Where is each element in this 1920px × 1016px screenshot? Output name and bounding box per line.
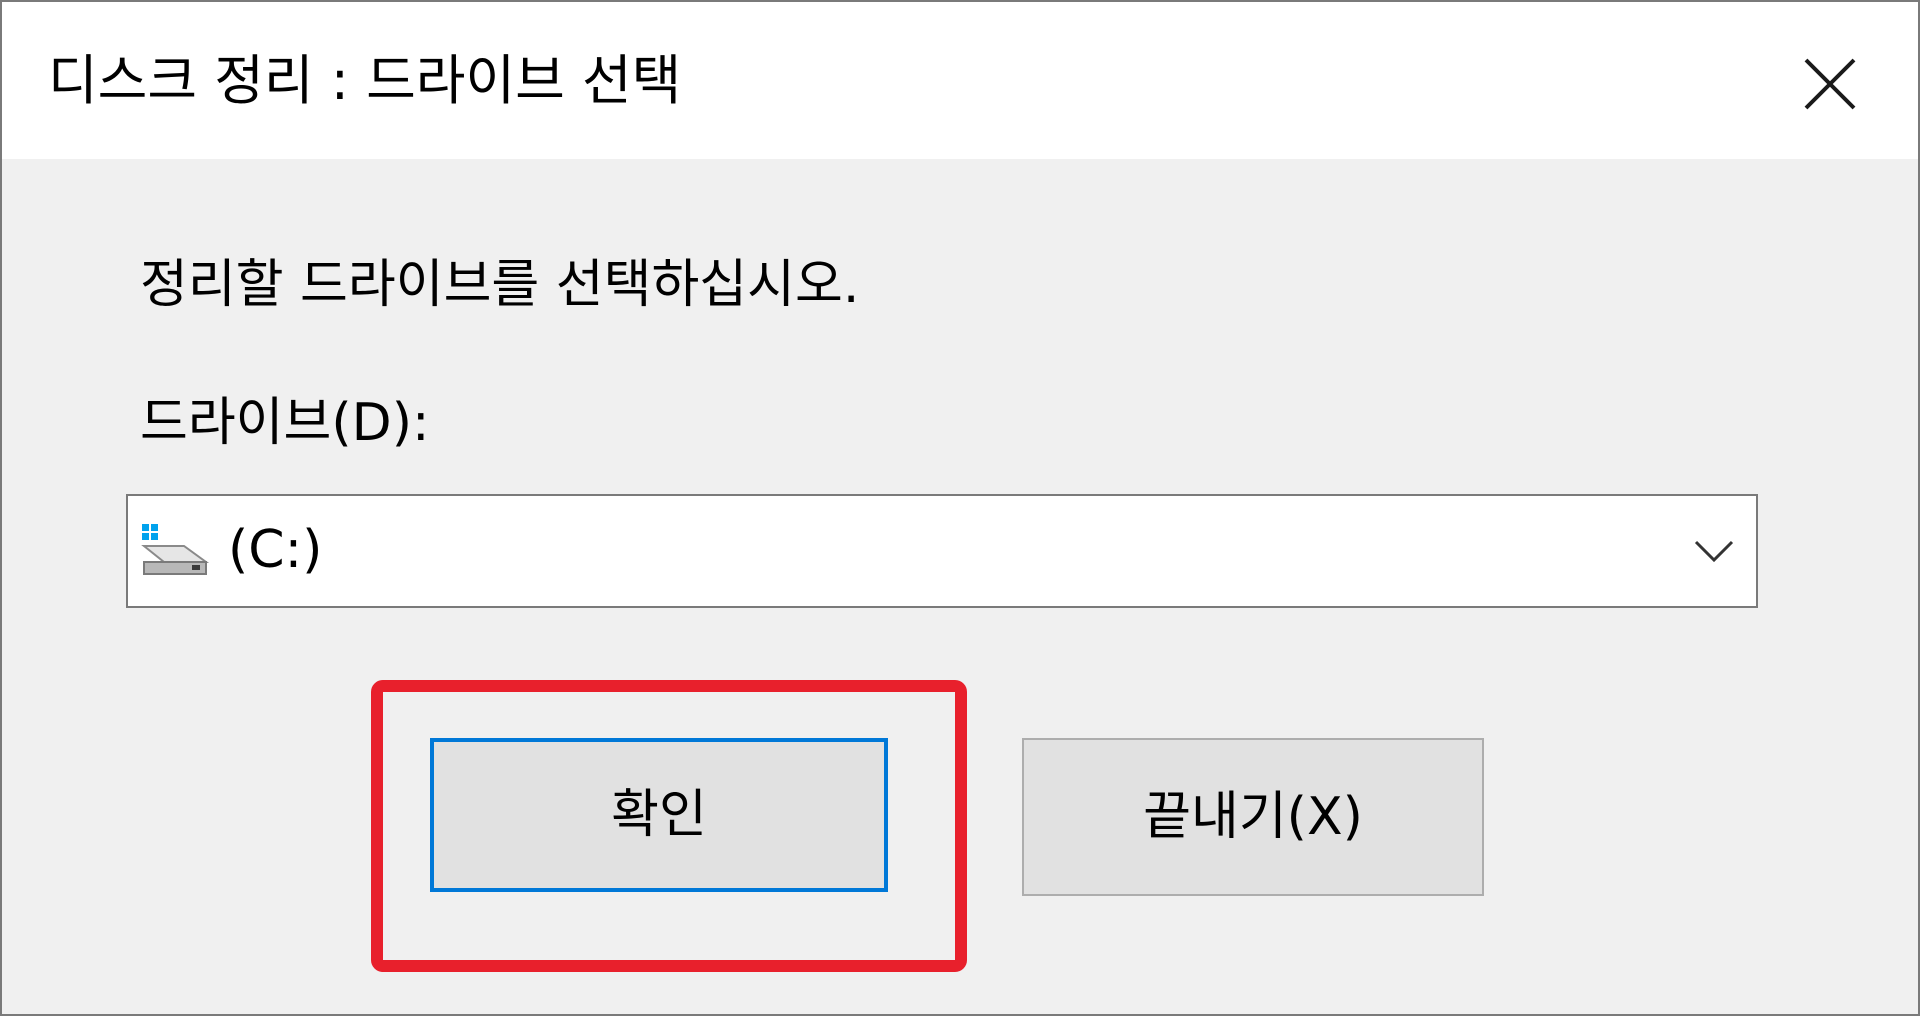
window-title: 디스크 정리 : 드라이브 선택 — [48, 49, 682, 112]
close-button[interactable] — [1774, 32, 1886, 136]
selected-drive-value: (C:) — [228, 520, 323, 580]
instruction-text: 정리할 드라이브를 선택하십시오. — [140, 255, 860, 315]
ok-button[interactable]: 확인 — [430, 738, 888, 892]
exit-button[interactable]: 끝내기(X) — [1022, 738, 1484, 896]
disk-cleanup-drive-selection-dialog: 디스크 정리 : 드라이브 선택 정리할 드라이브를 선택하십시오. 드라이브(… — [0, 0, 1920, 1016]
windows-drive-icon — [141, 524, 210, 575]
chevron-down-icon — [1694, 540, 1734, 563]
title-bar: 디스크 정리 : 드라이브 선택 — [2, 2, 1918, 159]
close-icon — [1804, 58, 1856, 110]
drive-label: 드라이브(D): — [140, 393, 430, 453]
drive-dropdown[interactable]: (C:) — [126, 494, 1758, 608]
